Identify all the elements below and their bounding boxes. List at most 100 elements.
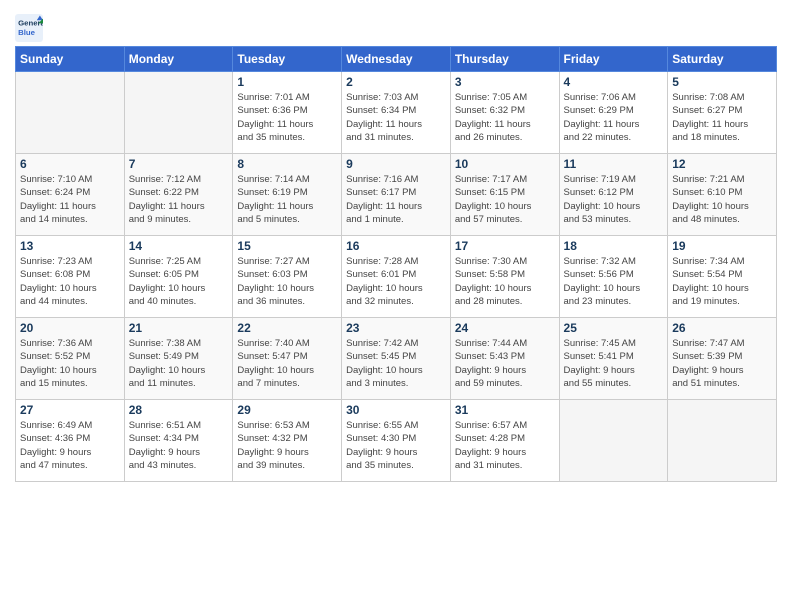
day-info: Sunrise: 7:05 AM Sunset: 6:32 PM Dayligh… [455, 91, 555, 144]
day-info: Sunrise: 7:16 AM Sunset: 6:17 PM Dayligh… [346, 173, 446, 226]
day-cell: 6 Sunrise: 7:10 AM Sunset: 6:24 PM Daylig… [16, 154, 125, 236]
header-row-days: SundayMondayTuesdayWednesdayThursdayFrid… [16, 47, 777, 72]
day-info: Sunrise: 7:21 AM Sunset: 6:10 PM Dayligh… [672, 173, 772, 226]
day-cell: 24Sunrise: 7:44 AM Sunset: 5:43 PM Dayli… [450, 318, 559, 400]
day-info: Sunrise: 6:49 AM Sunset: 4:36 PM Dayligh… [20, 419, 120, 472]
logo: General Blue [15, 14, 47, 42]
day-info: Sunrise: 7:19 AM Sunset: 6:12 PM Dayligh… [564, 173, 664, 226]
day-cell: 25Sunrise: 7:45 AM Sunset: 5:41 PM Dayli… [559, 318, 668, 400]
day-cell: 8 Sunrise: 7:14 AM Sunset: 6:19 PM Daylig… [233, 154, 342, 236]
day-info: Sunrise: 7:06 AM Sunset: 6:29 PM Dayligh… [564, 91, 664, 144]
day-info: Sunrise: 6:55 AM Sunset: 4:30 PM Dayligh… [346, 419, 446, 472]
day-number: 2 [346, 75, 446, 89]
day-info: Sunrise: 7:30 AM Sunset: 5:58 PM Dayligh… [455, 255, 555, 308]
calendar-container: General Blue SundayMondayTuesdayWednesda… [0, 0, 792, 487]
day-number: 9 [346, 157, 446, 171]
day-cell: 30 Sunrise: 6:55 AM Sunset: 4:30 PM Dayli… [342, 400, 451, 482]
day-cell: 20 Sunrise: 7:36 AM Sunset: 5:52 PM Dayli… [16, 318, 125, 400]
day-number: 5 [672, 75, 772, 89]
day-cell: 22Sunrise: 7:40 AM Sunset: 5:47 PM Dayli… [233, 318, 342, 400]
day-cell: 31 Sunrise: 6:57 AM Sunset: 4:28 PM Dayli… [450, 400, 559, 482]
day-number: 1 [237, 75, 337, 89]
day-number: 27 [20, 403, 120, 417]
day-number: 8 [237, 157, 337, 171]
day-cell: 5 Sunrise: 7:08 AM Sunset: 6:27 PM Daylig… [668, 72, 777, 154]
day-number: 10 [455, 157, 555, 171]
day-number: 26 [672, 321, 772, 335]
day-cell: 14Sunrise: 7:25 AM Sunset: 6:05 PM Dayli… [124, 236, 233, 318]
day-number: 31 [455, 403, 555, 417]
day-cell: 13Sunrise: 7:23 AM Sunset: 6:08 PM Dayli… [16, 236, 125, 318]
day-header-friday: Friday [559, 47, 668, 72]
day-cell [668, 400, 777, 482]
day-number: 21 [129, 321, 229, 335]
day-number: 28 [129, 403, 229, 417]
logo-icon: General Blue [15, 14, 43, 42]
day-info: Sunrise: 7:14 AM Sunset: 6:19 PM Dayligh… [237, 173, 337, 226]
day-cell: 16Sunrise: 7:28 AM Sunset: 6:01 PM Dayli… [342, 236, 451, 318]
week-row-1: 1 Sunrise: 7:01 AM Sunset: 6:36 PM Daylig… [16, 72, 777, 154]
day-info: Sunrise: 7:32 AM Sunset: 5:56 PM Dayligh… [564, 255, 664, 308]
day-number: 29 [237, 403, 337, 417]
day-cell: 29 Sunrise: 6:53 AM Sunset: 4:32 PM Dayli… [233, 400, 342, 482]
day-cell: 11 Sunrise: 7:19 AM Sunset: 6:12 PM Dayli… [559, 154, 668, 236]
day-cell: 23 Sunrise: 7:42 AM Sunset: 5:45 PM Dayli… [342, 318, 451, 400]
day-number: 24 [455, 321, 555, 335]
day-info: Sunrise: 7:40 AM Sunset: 5:47 PM Dayligh… [237, 337, 337, 390]
day-info: Sunrise: 7:27 AM Sunset: 6:03 PM Dayligh… [237, 255, 337, 308]
day-number: 4 [564, 75, 664, 89]
week-row-4: 20 Sunrise: 7:36 AM Sunset: 5:52 PM Dayli… [16, 318, 777, 400]
day-cell: 2 Sunrise: 7:03 AM Sunset: 6:34 PM Daylig… [342, 72, 451, 154]
day-info: Sunrise: 6:53 AM Sunset: 4:32 PM Dayligh… [237, 419, 337, 472]
day-number: 15 [237, 239, 337, 253]
day-header-thursday: Thursday [450, 47, 559, 72]
day-cell: 17 Sunrise: 7:30 AM Sunset: 5:58 PM Dayli… [450, 236, 559, 318]
day-cell: 26 Sunrise: 7:47 AM Sunset: 5:39 PM Dayli… [668, 318, 777, 400]
day-number: 20 [20, 321, 120, 335]
day-info: Sunrise: 7:12 AM Sunset: 6:22 PM Dayligh… [129, 173, 229, 226]
day-info: Sunrise: 6:51 AM Sunset: 4:34 PM Dayligh… [129, 419, 229, 472]
day-number: 3 [455, 75, 555, 89]
day-header-saturday: Saturday [668, 47, 777, 72]
day-cell: 28 Sunrise: 6:51 AM Sunset: 4:34 PM Dayli… [124, 400, 233, 482]
day-info: Sunrise: 7:42 AM Sunset: 5:45 PM Dayligh… [346, 337, 446, 390]
header-row: General Blue [15, 10, 777, 42]
day-cell: 12 Sunrise: 7:21 AM Sunset: 6:10 PM Dayli… [668, 154, 777, 236]
day-number: 18 [564, 239, 664, 253]
day-number: 13 [20, 239, 120, 253]
day-info: Sunrise: 7:34 AM Sunset: 5:54 PM Dayligh… [672, 255, 772, 308]
day-number: 11 [564, 157, 664, 171]
day-info: Sunrise: 7:03 AM Sunset: 6:34 PM Dayligh… [346, 91, 446, 144]
day-cell: 10 Sunrise: 7:17 AM Sunset: 6:15 PM Dayli… [450, 154, 559, 236]
day-number: 7 [129, 157, 229, 171]
day-cell: 7 Sunrise: 7:12 AM Sunset: 6:22 PM Daylig… [124, 154, 233, 236]
day-info: Sunrise: 7:01 AM Sunset: 6:36 PM Dayligh… [237, 91, 337, 144]
day-number: 16 [346, 239, 446, 253]
day-number: 19 [672, 239, 772, 253]
day-cell: 3 Sunrise: 7:05 AM Sunset: 6:32 PM Daylig… [450, 72, 559, 154]
day-number: 23 [346, 321, 446, 335]
week-row-3: 13Sunrise: 7:23 AM Sunset: 6:08 PM Dayli… [16, 236, 777, 318]
day-number: 30 [346, 403, 446, 417]
day-number: 12 [672, 157, 772, 171]
day-info: Sunrise: 7:36 AM Sunset: 5:52 PM Dayligh… [20, 337, 120, 390]
day-number: 14 [129, 239, 229, 253]
day-header-monday: Monday [124, 47, 233, 72]
week-row-5: 27 Sunrise: 6:49 AM Sunset: 4:36 PM Dayli… [16, 400, 777, 482]
day-number: 6 [20, 157, 120, 171]
day-cell: 27 Sunrise: 6:49 AM Sunset: 4:36 PM Dayli… [16, 400, 125, 482]
day-info: Sunrise: 7:10 AM Sunset: 6:24 PM Dayligh… [20, 173, 120, 226]
day-info: Sunrise: 7:17 AM Sunset: 6:15 PM Dayligh… [455, 173, 555, 226]
day-cell: 9 Sunrise: 7:16 AM Sunset: 6:17 PM Daylig… [342, 154, 451, 236]
day-cell: 19 Sunrise: 7:34 AM Sunset: 5:54 PM Dayli… [668, 236, 777, 318]
day-header-wednesday: Wednesday [342, 47, 451, 72]
day-number: 17 [455, 239, 555, 253]
day-info: Sunrise: 7:38 AM Sunset: 5:49 PM Dayligh… [129, 337, 229, 390]
day-info: Sunrise: 7:45 AM Sunset: 5:41 PM Dayligh… [564, 337, 664, 390]
svg-text:Blue: Blue [18, 28, 36, 37]
day-header-sunday: Sunday [16, 47, 125, 72]
day-cell [559, 400, 668, 482]
day-info: Sunrise: 7:47 AM Sunset: 5:39 PM Dayligh… [672, 337, 772, 390]
day-info: Sunrise: 7:08 AM Sunset: 6:27 PM Dayligh… [672, 91, 772, 144]
day-info: Sunrise: 6:57 AM Sunset: 4:28 PM Dayligh… [455, 419, 555, 472]
